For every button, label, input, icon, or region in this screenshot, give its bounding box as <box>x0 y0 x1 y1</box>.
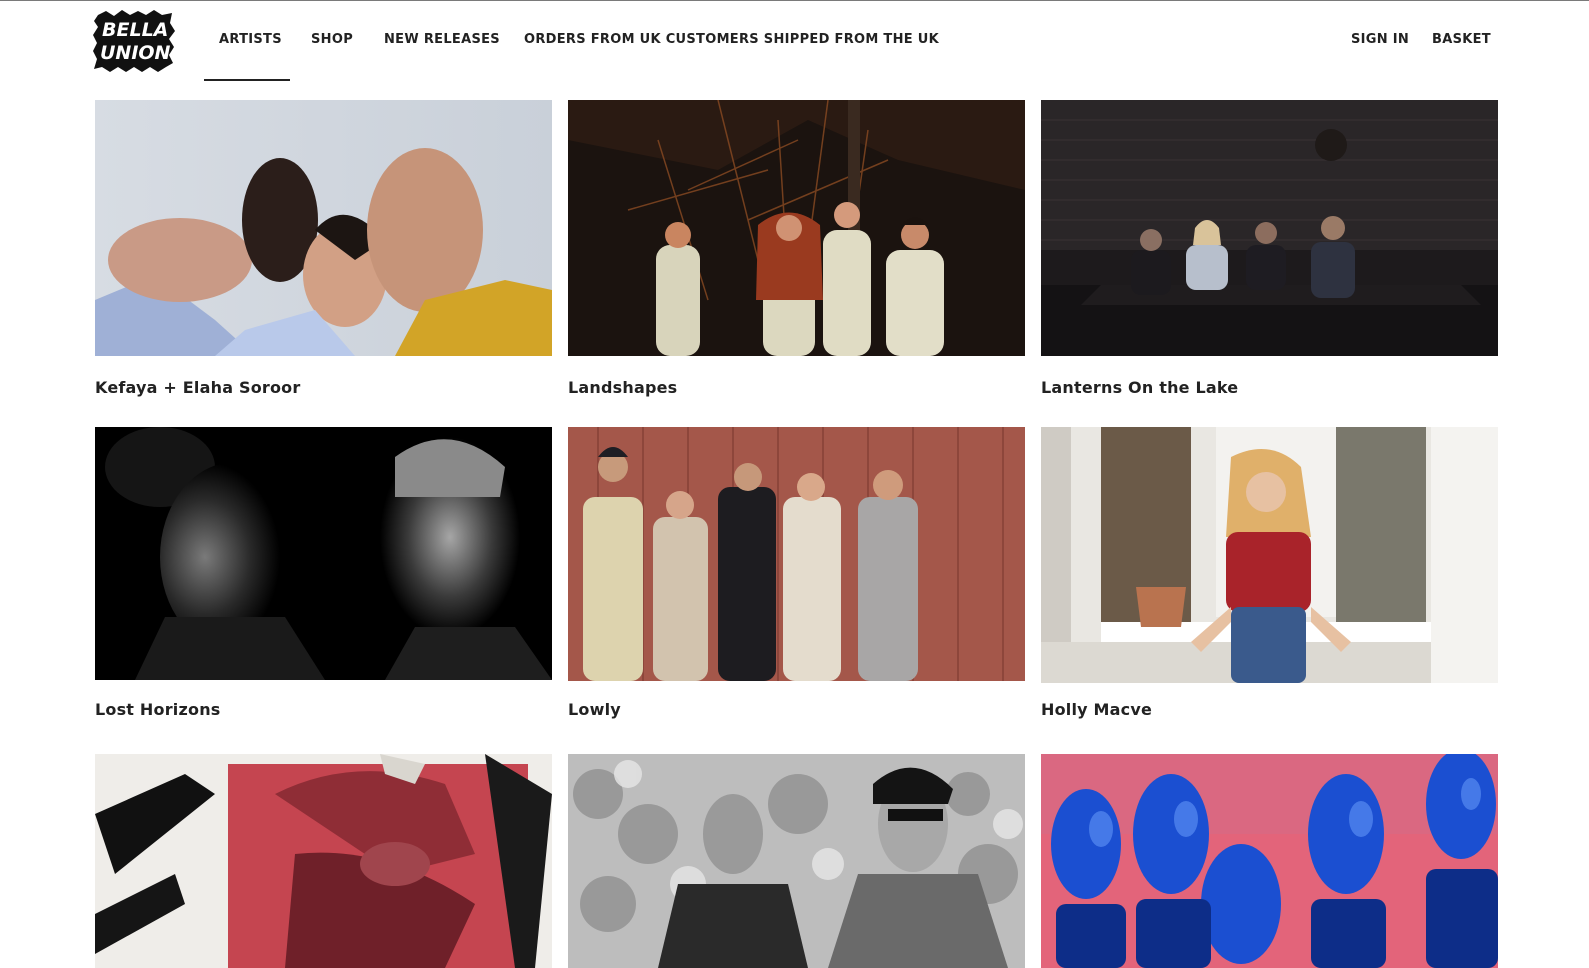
nav-shop[interactable]: SHOP <box>311 32 353 47</box>
nav-uk-orders[interactable]: ORDERS FROM UK CUSTOMERS SHIPPED FROM TH… <box>524 32 939 47</box>
nav-new-releases[interactable]: NEW RELEASES <box>384 32 500 47</box>
bella-union-logo[interactable]: BELLA UNION <box>92 9 176 73</box>
artist-name[interactable]: Landshapes <box>568 378 677 397</box>
artist-photo[interactable] <box>95 100 552 356</box>
artist-photo[interactable] <box>1041 754 1498 968</box>
artist-photo[interactable] <box>1041 427 1498 683</box>
artist-name[interactable]: Lowly <box>568 700 621 719</box>
artist-photo[interactable] <box>568 754 1025 968</box>
artist-photo[interactable] <box>568 427 1025 681</box>
logo-text-top: BELLA <box>102 19 168 41</box>
site-header: BELLA UNION ARTISTS SHOP NEW RELEASES OR… <box>0 1 1589 81</box>
nav-artists[interactable]: ARTISTS <box>219 32 282 47</box>
artist-name[interactable]: Kefaya + Elaha Soroor <box>95 378 300 397</box>
basket-link[interactable]: BASKET <box>1432 32 1491 47</box>
artist-name[interactable]: Holly Macve <box>1041 700 1152 719</box>
artist-photo[interactable] <box>95 427 552 680</box>
artist-photo[interactable] <box>568 100 1025 356</box>
logo-text-bottom: UNION <box>100 42 171 64</box>
artist-photo[interactable] <box>95 754 552 968</box>
artist-photo[interactable] <box>1041 100 1498 356</box>
active-nav-indicator <box>204 79 290 81</box>
sign-in-link[interactable]: SIGN IN <box>1351 32 1409 47</box>
artist-name[interactable]: Lost Horizons <box>95 700 221 719</box>
artist-name[interactable]: Lanterns On the Lake <box>1041 378 1238 397</box>
